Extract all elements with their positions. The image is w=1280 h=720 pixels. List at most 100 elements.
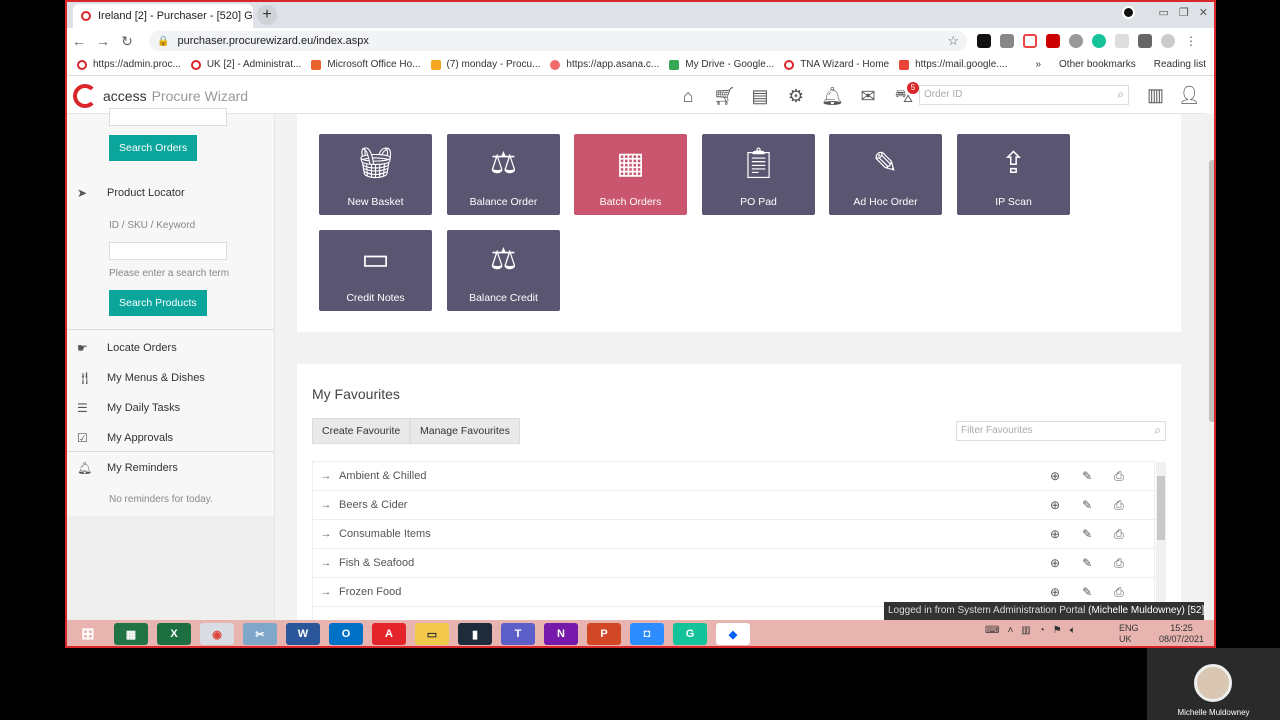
- list-item[interactable]: → Fish & Seafood ⊕ ✎ ⎙: [313, 549, 1156, 578]
- back-icon[interactable]: ←: [67, 33, 91, 49]
- teams-icon[interactable]: T: [501, 623, 535, 645]
- browser-tab[interactable]: Ireland [2] - Purchaser - [520] Gr ✕: [73, 4, 253, 28]
- list-item[interactable]: → Ambient & Chilled ⊕ ✎ ⎙: [313, 462, 1156, 491]
- bookmark-item[interactable]: Microsoft Office Ho...: [311, 59, 421, 70]
- profile-icon[interactable]: [1161, 34, 1175, 48]
- bookmark-item[interactable]: TNA Wizard - Home: [784, 59, 889, 70]
- restore-button[interactable]: ❐: [1179, 6, 1189, 19]
- scrollbar-thumb[interactable]: [1157, 476, 1165, 540]
- tile-balance-order[interactable]: ⚖ Balance Order: [447, 134, 560, 215]
- add-icon[interactable]: ⊕: [1050, 498, 1060, 513]
- more-bookmarks-icon[interactable]: »: [1035, 59, 1041, 70]
- extension-g-icon[interactable]: [1000, 34, 1014, 48]
- tile-po-pad[interactable]: 📋︎ PO Pad: [702, 134, 815, 215]
- bookmark-star-icon[interactable]: ☆: [947, 33, 959, 49]
- word-icon[interactable]: W: [286, 623, 320, 645]
- add-icon[interactable]: ⊕: [1050, 527, 1060, 542]
- zoom-icon[interactable]: ◘: [630, 623, 664, 645]
- chrome-icon[interactable]: ◉: [200, 623, 234, 645]
- print-icon[interactable]: ⎙: [1114, 498, 1124, 513]
- extension-pdf-icon[interactable]: [1046, 34, 1060, 48]
- close-window-button[interactable]: ✕: [1199, 6, 1208, 19]
- forward-icon[interactable]: →: [91, 33, 115, 49]
- scrollbar-thumb[interactable]: [1209, 160, 1214, 422]
- add-icon[interactable]: ⊕: [1050, 585, 1060, 600]
- list-item[interactable]: → Consumable Items ⊕ ✎ ⎙: [313, 520, 1156, 549]
- search-icon[interactable]: ⌕: [1154, 423, 1161, 438]
- basket-icon[interactable]: ⛍ 5: [893, 82, 919, 110]
- manage-favourites-button[interactable]: Manage Favourites: [410, 418, 520, 444]
- volume-icon[interactable]: 🔈︎: [1070, 625, 1076, 636]
- search-orders-button[interactable]: Search Orders: [109, 135, 198, 161]
- menu-dots-icon[interactable]: ⋮: [1184, 34, 1198, 48]
- gears-icon[interactable]: ⚙: [785, 86, 807, 110]
- dropbox-icon[interactable]: ◆: [716, 623, 750, 645]
- extension-grammarly-icon[interactable]: [1092, 34, 1106, 48]
- product-locator-link[interactable]: Product Locator: [107, 187, 185, 199]
- edit-icon[interactable]: ✎: [1082, 498, 1092, 513]
- extension-doc-icon[interactable]: [1115, 34, 1129, 48]
- order-search-input[interactable]: [109, 108, 227, 126]
- search-icon[interactable]: ⌕: [1117, 87, 1124, 102]
- new-tab-button[interactable]: +: [257, 5, 277, 25]
- add-icon[interactable]: ⊕: [1050, 556, 1060, 571]
- tile-batch-orders[interactable]: ▦ Batch Orders: [574, 134, 687, 215]
- clipboard-icon[interactable]: ▤: [749, 86, 771, 110]
- favourites-scrollbar[interactable]: [1156, 462, 1166, 624]
- print-icon[interactable]: ⎙: [1114, 527, 1124, 542]
- reload-icon[interactable]: ↻: [115, 33, 139, 50]
- sidebar-item-locate-orders[interactable]: Locate Orders: [107, 342, 177, 354]
- file-explorer-icon[interactable]: ▭: [415, 623, 449, 645]
- edit-icon[interactable]: ✎: [1082, 556, 1092, 571]
- sidebar-item-daily-tasks[interactable]: My Daily Tasks: [107, 402, 180, 414]
- search-products-button[interactable]: Search Products: [109, 290, 207, 316]
- page-scrollbar[interactable]: [1207, 114, 1214, 624]
- cart-icon[interactable]: 🛒︎: [713, 86, 736, 110]
- reading-list[interactable]: Reading list: [1154, 59, 1206, 70]
- tile-new-basket[interactable]: 🧺︎ New Basket: [319, 134, 432, 215]
- bookmark-item[interactable]: (7) monday - Procu...: [430, 59, 540, 70]
- sidebar-item-reminders[interactable]: My Reminders: [107, 462, 178, 474]
- user-icon[interactable]: 👤︎: [1178, 85, 1201, 106]
- print-icon[interactable]: ⎙: [1114, 556, 1124, 571]
- windows-start-icon[interactable]: ⊞: [71, 623, 105, 645]
- tile-ad-hoc-order[interactable]: ✎ Ad Hoc Order: [829, 134, 942, 215]
- minimize-button[interactable]: ▭: [1159, 6, 1169, 19]
- bookmark-item[interactable]: https://app.asana.c...: [550, 59, 659, 70]
- filter-favourites-input[interactable]: Filter Favourites ⌕: [956, 421, 1166, 441]
- onenote-icon[interactable]: N: [544, 623, 578, 645]
- extension-cast-icon[interactable]: [1023, 34, 1037, 48]
- calculator-icon[interactable]: ▦: [114, 623, 148, 645]
- extension-circle-icon[interactable]: [1069, 34, 1083, 48]
- tile-ip-scan[interactable]: ⇪ IP Scan: [957, 134, 1070, 215]
- create-favourite-button[interactable]: Create Favourite: [312, 418, 411, 444]
- terminal-icon[interactable]: ▮: [458, 623, 492, 645]
- powerpoint-icon[interactable]: P: [587, 623, 621, 645]
- address-bar[interactable]: 🔒 purchaser.procurewizard.eu/index.aspx …: [149, 31, 967, 51]
- bookmark-item[interactable]: My Drive - Google...: [669, 59, 774, 70]
- acrobat-icon[interactable]: A: [372, 623, 406, 645]
- flag-icon[interactable]: ⚑: [1053, 625, 1062, 636]
- bookmark-item[interactable]: UK [2] - Administrat...: [190, 59, 301, 70]
- network-icon[interactable]: ▥: [1021, 625, 1030, 636]
- add-icon[interactable]: ⊕: [1050, 469, 1060, 484]
- outlook-icon[interactable]: O: [329, 623, 363, 645]
- snip-tool-icon[interactable]: ✂: [243, 623, 277, 645]
- edit-icon[interactable]: ✎: [1082, 585, 1092, 600]
- access-procure-wizard-logo[interactable]: access Procure Wizard: [73, 84, 248, 108]
- chevron-up-icon[interactable]: ˄: [1007, 625, 1013, 636]
- excel-icon[interactable]: X: [157, 623, 191, 645]
- print-icon[interactable]: ⎙: [1114, 469, 1124, 484]
- bell-icon[interactable]: 🔔︎: [821, 86, 844, 110]
- envelope-icon[interactable]: ✉: [857, 86, 879, 110]
- home-icon[interactable]: ⌂: [677, 86, 699, 110]
- edit-icon[interactable]: ✎: [1082, 469, 1092, 484]
- order-id-input[interactable]: Order ID ⌕: [919, 85, 1129, 105]
- wifi-icon[interactable]: ◔: [1039, 625, 1045, 636]
- edit-icon[interactable]: ✎: [1082, 527, 1092, 542]
- bookmark-item[interactable]: https://admin.proc...: [77, 59, 181, 70]
- building-icon[interactable]: ▥: [1147, 85, 1164, 106]
- grammarly-icon[interactable]: G: [673, 623, 707, 645]
- system-clock[interactable]: 15:25 08/07/2021: [1159, 623, 1204, 645]
- keyboard-icon[interactable]: ⌨: [985, 625, 999, 636]
